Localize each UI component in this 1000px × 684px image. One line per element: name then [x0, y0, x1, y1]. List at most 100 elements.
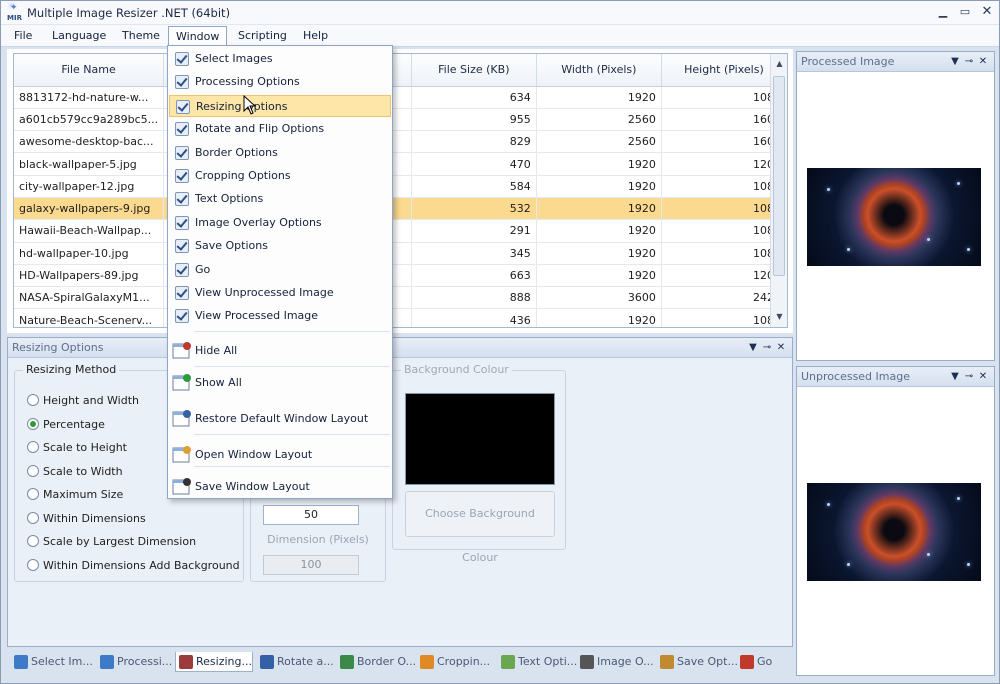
radio-button-icon[interactable]: [27, 394, 39, 406]
table-row[interactable]: NASA-SpiralGalaxyM1...C:\U88836002428: [14, 286, 787, 310]
width-cell: 1920: [536, 86, 662, 109]
scroll-up-icon[interactable]: ▲: [771, 56, 787, 72]
radio-height-and-width[interactable]: Height and Width: [27, 393, 139, 409]
table-row[interactable]: HD-Wallpapers-89.jpgC:\U66319201200: [14, 264, 787, 288]
header-height[interactable]: Height (Pixels): [661, 54, 787, 87]
dropdown-icon[interactable]: ▼: [948, 52, 962, 71]
pin-icon[interactable]: ⊸: [760, 338, 774, 357]
close-panel-icon[interactable]: ✕: [976, 367, 990, 386]
menu-item-rotate-and-flip-options[interactable]: Rotate and Flip Options: [169, 118, 391, 140]
dimension-input[interactable]: 100: [263, 555, 359, 575]
table-row[interactable]: 8813172-hd-nature-w...C:\U63419201080: [14, 86, 787, 109]
tab-processi[interactable]: Processi...: [97, 652, 173, 672]
radio-button-icon[interactable]: [27, 464, 39, 477]
maximize-icon[interactable]: ▭: [957, 5, 973, 19]
radio-percentage[interactable]: Percentage: [27, 417, 105, 433]
app-window: ✦ MIR Multiple Image Resizer .NET (64bit)…: [0, 0, 1000, 684]
menu-item-view-processed-image[interactable]: View Processed Image: [169, 305, 391, 327]
radio-maximum-size[interactable]: Maximum Size: [27, 487, 123, 503]
file-size-cell: 663: [411, 264, 537, 288]
file-name-cell: NASA-SpiralGalaxyM1...: [14, 286, 165, 310]
scroll-thumb[interactable]: [773, 76, 785, 276]
header-file-name[interactable]: File Name: [14, 54, 165, 87]
radio-button-icon[interactable]: [27, 441, 39, 453]
radio-button-icon[interactable]: [27, 417, 39, 430]
menu-help[interactable]: Help: [296, 26, 335, 46]
menu-item-label: Restore Default Window Layout: [195, 412, 369, 425]
table-row[interactable]: Nature-Beach-Scenerv...C:\U43619201080: [14, 308, 787, 327]
menu-item-image-overlay-options[interactable]: Image Overlay Options: [169, 212, 391, 234]
grid-scrollbar[interactable]: ▲ ▼: [770, 54, 787, 327]
header-width[interactable]: Width (Pixels): [536, 54, 662, 87]
menu-item-label: Save Window Layout: [195, 480, 310, 493]
height-cell: 1080: [661, 86, 787, 109]
width-cell: 1920: [536, 197, 662, 221]
menu-item-resizing-options[interactable]: Resizing Options: [169, 94, 391, 117]
menu-item-show-all[interactable]: Show All: [169, 370, 391, 398]
open-layout-icon: [172, 445, 192, 465]
checkbox-checked-icon: [175, 75, 189, 90]
height-cell: 1200: [661, 264, 787, 288]
menu-item-save-options[interactable]: Save Options: [169, 235, 391, 257]
tab-border-o[interactable]: Border O...: [337, 652, 416, 672]
menu-language[interactable]: Language: [45, 26, 113, 46]
choose-background-button[interactable]: Choose Background Colour: [405, 491, 555, 564]
radio-button-icon[interactable]: [27, 558, 39, 571]
menu-window[interactable]: Window: [168, 26, 228, 46]
tab-text-opti[interactable]: Text Opti...: [498, 652, 577, 672]
scroll-down-icon[interactable]: ▼: [771, 309, 787, 325]
table-row[interactable]: hd-wallpaper-10.jpgC:\U34519201080: [14, 242, 787, 265]
checkbox-checked-icon: [175, 192, 189, 207]
tab-image-o[interactable]: Image O...: [577, 652, 654, 672]
menu-item-label: Cropping Options: [195, 169, 291, 182]
menu-item-go[interactable]: Go: [169, 259, 391, 281]
menu-file[interactable]: File: [7, 26, 39, 46]
minimize-icon[interactable]: ▁: [935, 5, 951, 19]
menu-item-restore-default-window-layout[interactable]: Restore Default Window Layout: [169, 406, 391, 434]
menu-item-save-window-layout[interactable]: Save Window Layout: [169, 474, 391, 502]
menu-item-cropping-options[interactable]: Cropping Options: [169, 165, 391, 187]
tab-resizing[interactable]: Resizing...: [175, 652, 253, 672]
close-panel-icon[interactable]: ✕: [976, 52, 990, 71]
file-name-cell: awesome-desktop-bac...: [14, 130, 165, 154]
tab-go[interactable]: Go: [737, 652, 777, 672]
menu-item-text-options[interactable]: Text Options: [169, 188, 391, 210]
table-row[interactable]: a601cb579cc9a289bc5...C:\U95525601600: [14, 108, 787, 132]
radio-scale-by-largest-dimension[interactable]: Scale by Largest Dimension: [27, 534, 196, 550]
menu-item-select-images[interactable]: Select Images: [169, 48, 391, 70]
radio-scale-to-width[interactable]: Scale to Width: [27, 464, 123, 480]
table-row[interactable]: galaxy-wallpapers-9.jpgC:\U53219201080: [14, 197, 787, 221]
header-file-size[interactable]: File Size (KB): [411, 54, 537, 87]
pin-icon[interactable]: ⊸: [962, 367, 976, 386]
menu-item-view-unprocessed-image[interactable]: View Unprocessed Image: [169, 282, 391, 304]
radio-button-icon[interactable]: [27, 535, 39, 547]
width-cell: 1920: [536, 175, 662, 198]
close-panel-icon[interactable]: ✕: [774, 338, 788, 357]
checkbox-checked-icon: [175, 215, 189, 230]
percentage-input[interactable]: 50: [263, 505, 359, 525]
tab-save-opt[interactable]: Save Opt...: [657, 652, 738, 672]
menu-item-open-window-layout[interactable]: Open Window Layout: [169, 442, 391, 470]
radio-within-dimensions[interactable]: Within Dimensions: [27, 511, 146, 527]
table-row[interactable]: awesome-desktop-bac...C:\U82925601600: [14, 130, 787, 154]
table-row[interactable]: Hawaii-Beach-Wallpap...C:\U29119201080: [14, 219, 787, 243]
menu-item-border-options[interactable]: Border Options: [169, 142, 391, 164]
radio-button-icon[interactable]: [27, 511, 39, 524]
close-icon[interactable]: ✕: [979, 5, 995, 19]
tab-rotate-a[interactable]: Rotate a...: [257, 652, 334, 672]
menu-item-hide-all[interactable]: Hide All: [169, 338, 391, 366]
radio-within-dimensions-add-background[interactable]: Within Dimensions Add Background: [27, 558, 240, 574]
radio-button-icon[interactable]: [27, 488, 39, 500]
file-grid[interactable]: File Name File Size (KB) Width (Pixels) …: [13, 53, 788, 328]
dropdown-icon[interactable]: ▼: [746, 338, 760, 357]
pin-icon[interactable]: ⊸: [962, 52, 976, 71]
table-row[interactable]: black-wallpaper-5.jpgC:\U47019201200: [14, 152, 787, 176]
tab-croppin[interactable]: Croppin...: [417, 652, 493, 672]
dropdown-icon[interactable]: ▼: [948, 367, 962, 386]
menu-item-processing-options[interactable]: Processing Options: [169, 71, 391, 93]
radio-scale-to-height[interactable]: Scale to Height: [27, 440, 127, 456]
table-row[interactable]: city-wallpaper-12.jpgC:\U58419201080: [14, 175, 787, 198]
menu-scripting[interactable]: Scripting: [231, 26, 294, 46]
tab-select-im[interactable]: Select Im...: [11, 652, 93, 672]
menu-theme[interactable]: Theme: [115, 26, 167, 46]
